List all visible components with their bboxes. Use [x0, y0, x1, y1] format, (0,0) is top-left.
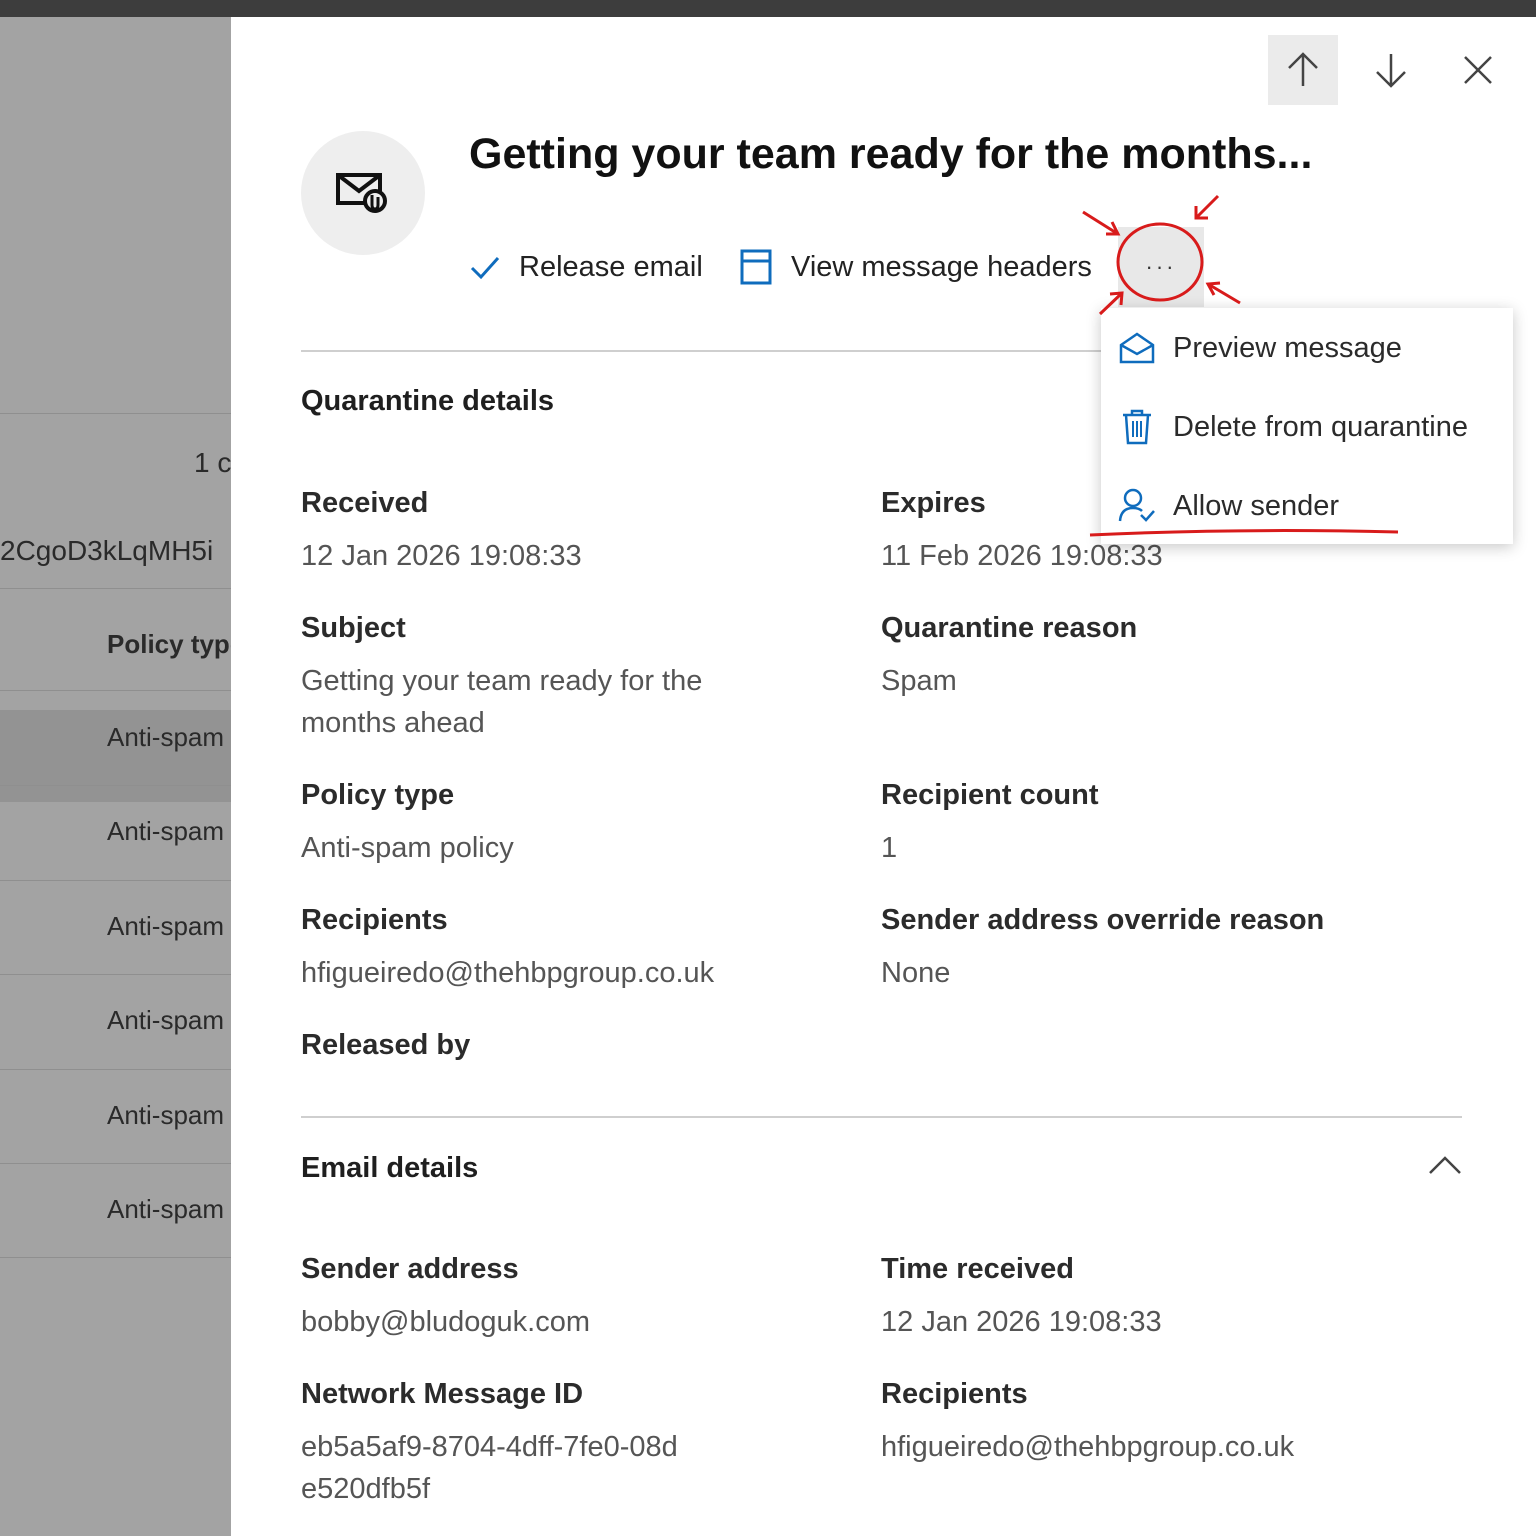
row-divider [0, 1257, 231, 1258]
policy-type-label: Policy type [301, 779, 455, 811]
email-attachment-icon [336, 173, 387, 213]
open-envelope-icon [1117, 331, 1157, 365]
view-message-headers-label: View message headers [791, 250, 1092, 283]
released-by-label: Released by [301, 1029, 471, 1061]
time-received-value: 12 Jan 2026 19:08:33 [881, 1306, 1162, 1338]
item-count: 1 c [194, 447, 231, 478]
recipients-value: hfigueiredo@thehbpgroup.co.uk [301, 957, 715, 989]
subject-label: Subject [301, 612, 406, 644]
recipient-count-label: Recipient count [881, 779, 1099, 811]
allow-sender-label: Allow sender [1173, 489, 1340, 522]
override-reason-label: Sender address override reason [881, 904, 1325, 936]
previous-item-button[interactable] [1268, 35, 1338, 105]
subject-value: Getting your team ready for the months a… [301, 665, 703, 739]
section-divider [301, 1116, 1462, 1118]
table-row[interactable]: Anti-spam [107, 911, 224, 942]
row-divider [0, 588, 231, 589]
view-message-headers-button[interactable]: View message headers [739, 245, 1092, 289]
chevron-up-icon [1429, 1156, 1461, 1174]
close-button[interactable] [1443, 35, 1513, 105]
network-message-id-label: Network Message ID [301, 1378, 584, 1410]
row-divider [0, 974, 231, 975]
top-bar [0, 0, 1536, 17]
table-row[interactable]: Anti-spam [107, 816, 224, 847]
more-icon: ··· [1145, 254, 1177, 279]
close-icon [1464, 56, 1492, 84]
received-label: Received [301, 487, 429, 519]
menu-item-delete-from-quarantine[interactable]: Delete from quarantine [1101, 394, 1513, 460]
details-panel: Getting your team ready for the months..… [231, 17, 1536, 1536]
preview-message-label: Preview message [1173, 331, 1402, 364]
collapse-email-details-button[interactable] [1427, 1153, 1467, 1183]
table-row[interactable]: Anti-spam [107, 722, 224, 753]
delete-from-quarantine-label: Delete from quarantine [1173, 410, 1468, 443]
column-header-policy-type[interactable]: Policy type [107, 629, 231, 660]
recipients-label: Recipients [301, 904, 448, 936]
menu-item-allow-sender[interactable]: Allow sender [1101, 473, 1513, 539]
trash-icon [1117, 408, 1157, 446]
menu-item-preview-message[interactable]: Preview message [1101, 315, 1513, 381]
policy-type-value: Anti-spam policy [301, 832, 514, 864]
row-divider [0, 785, 231, 786]
table-row[interactable]: Anti-spam [107, 1194, 224, 1225]
quarantine-reason-label: Quarantine reason [881, 612, 1138, 644]
row-divider [0, 690, 231, 691]
row-divider [0, 880, 231, 881]
network-message-id-value: eb5a5af9-8704-4dff-7fe0-08de520dfb5f [301, 1431, 678, 1505]
release-email-label: Release email [519, 250, 703, 283]
next-item-button[interactable] [1356, 35, 1426, 105]
message-avatar [301, 131, 425, 255]
checkmark-icon [469, 253, 501, 281]
table-row[interactable]: Anti-spam [107, 1005, 224, 1036]
message-title: Getting your team ready for the months..… [469, 130, 1313, 178]
recipient-count-value: 1 [881, 832, 898, 864]
release-email-button[interactable]: Release email [469, 245, 703, 289]
quarantine-details-heading: Quarantine details [301, 385, 555, 417]
row-divider [0, 1069, 231, 1070]
override-reason-value: None [881, 957, 951, 989]
email-recipients-value: hfigueiredo@thehbpgroup.co.uk [881, 1431, 1295, 1463]
row-divider [0, 413, 231, 414]
document-header-icon [739, 248, 773, 286]
sender-address-value: bobby@bludoguk.com [301, 1306, 591, 1338]
expires-label: Expires [881, 487, 986, 519]
row-divider [0, 1163, 231, 1164]
more-actions-menu: Preview message Delete from quarantine A… [1101, 308, 1513, 544]
email-details-heading: Email details [301, 1152, 479, 1184]
header-divider [301, 350, 1101, 352]
more-actions-button[interactable]: ··· [1118, 227, 1204, 307]
message-id-partial: 2CgoD3kLqMH5i [0, 535, 214, 566]
received-value: 12 Jan 2026 19:08:33 [301, 540, 582, 572]
arrow-down-icon [1376, 54, 1406, 88]
arrow-up-icon [1288, 52, 1318, 86]
table-row[interactable]: Anti-spam [107, 1100, 224, 1131]
sender-address-label: Sender address [301, 1253, 519, 1285]
person-check-icon [1117, 487, 1157, 525]
email-recipients-label: Recipients [881, 1378, 1028, 1410]
background-list: 1 c 2CgoD3kLqMH5i Policy type Anti-spam … [0, 17, 231, 1536]
time-received-label: Time received [881, 1253, 1074, 1285]
quarantine-reason-value: Spam [881, 665, 957, 697]
